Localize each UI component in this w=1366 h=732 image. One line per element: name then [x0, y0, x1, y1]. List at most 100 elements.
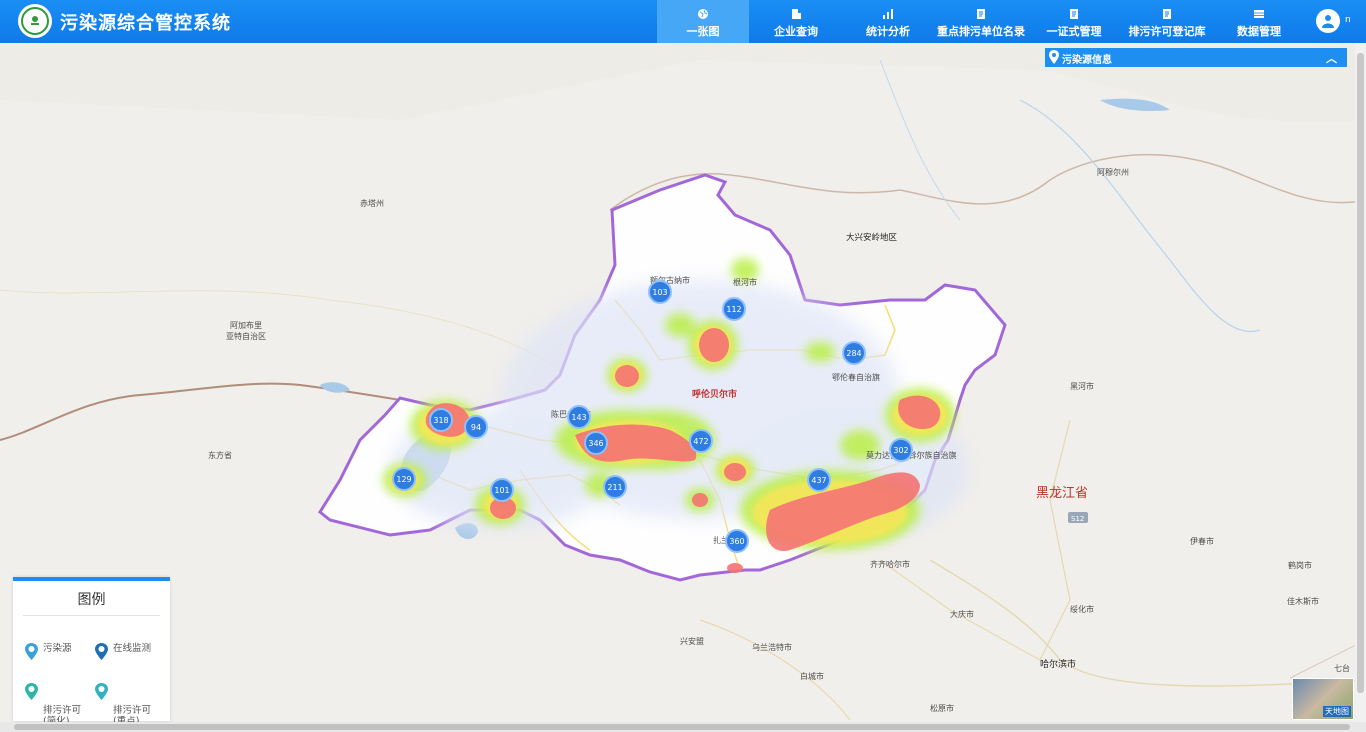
cluster-marker[interactable]: 103: [648, 280, 672, 304]
cluster-count: 360: [729, 537, 744, 546]
legend-divider: [23, 615, 160, 616]
document-icon: [1163, 9, 1171, 19]
table-icon: [1254, 10, 1264, 18]
map-label-daqing: 大庆市: [950, 609, 974, 619]
vertical-scroll-thumb[interactable]: [1357, 53, 1364, 693]
road-shield-s12: S12: [1071, 515, 1084, 523]
nav-label: 数据管理: [1237, 25, 1281, 38]
cluster-count: 101: [494, 486, 509, 495]
map-label-xinganmeng: 兴安盟: [680, 636, 704, 646]
nav-enterprise-query[interactable]: 企业查询: [750, 0, 842, 43]
map-label-alxa-1: 阿加布里: [230, 320, 262, 330]
map-label-amur: 阿穆尔州: [1097, 167, 1129, 177]
nav-label: 排污许可登记库: [1128, 25, 1206, 38]
horizontal-scroll-thumb[interactable]: [14, 724, 1350, 730]
map-label-qiqihar: 齐齐哈尔市: [870, 559, 910, 569]
info-panel-title: 污染源信息: [1062, 55, 1112, 66]
map-label-alxa-2: 亚特自治区: [226, 331, 266, 341]
nav-label: 一证式管理: [1046, 25, 1102, 38]
legend-item-permit-simplified: 排污许可 (简化): [25, 683, 81, 727]
permit-key-pin-icon: [95, 683, 108, 700]
map-canvas[interactable]: 赤塔州 阿加布里 亚特自治区 东方省 阿穆尔州 大兴安岭地区 额尔古纳市 根河市…: [0, 43, 1366, 732]
bar-chart-icon: [883, 9, 893, 19]
permit-simplified-pin-icon: [25, 683, 38, 700]
map-label-oroqen: 鄂伦春自治旗: [832, 372, 880, 382]
nav-one-map[interactable]: 一张图: [657, 0, 749, 43]
basemap-switcher[interactable]: 天地图: [1292, 678, 1354, 720]
cluster-marker[interactable]: 112: [722, 297, 746, 321]
cluster-marker[interactable]: 143: [567, 405, 591, 429]
cluster-marker[interactable]: 94: [464, 415, 488, 439]
cluster-count: 94: [471, 423, 481, 432]
legend-item-permit-key: 排污许可 (重点): [95, 683, 151, 727]
nav-label: 重点排污单位名录: [937, 25, 1025, 38]
map-pin-icon: [1049, 50, 1059, 64]
cluster-count: 211: [607, 483, 622, 492]
map-label-wulanhaote: 乌兰浩特市: [752, 642, 792, 652]
document-icon: [977, 9, 985, 19]
app-header: 污染源综合管控系统 一张图 企业查询 统计分析 重点排污单位名录 一证式管理 排…: [0, 0, 1366, 43]
legend: 图例 污染源 在线监测 排污许可 (简化) 排污许可 (重点): [13, 577, 170, 727]
cluster-marker[interactable]: 346: [584, 431, 608, 455]
cluster-count: 112: [726, 305, 741, 314]
cluster-marker[interactable]: 129: [392, 467, 416, 491]
chevron-up-icon[interactable]: ︿: [1326, 50, 1337, 66]
cluster-marker[interactable]: 437: [807, 468, 831, 492]
nav-label: 企业查询: [774, 25, 818, 38]
nav-statistics[interactable]: 统计分析: [842, 0, 934, 43]
pollution-info-panel[interactable]: 污染源信息 ︿: [1045, 48, 1347, 67]
user-avatar[interactable]: [1316, 9, 1340, 33]
cluster-marker[interactable]: 101: [490, 478, 514, 502]
pollution-source-pin-icon: [25, 643, 38, 660]
legend-item-online-monitoring: 在线监测: [95, 643, 151, 660]
map-label-daxinganling: 大兴安岭地区: [846, 232, 898, 243]
map-label-hulunbuir: 呼伦贝尔市: [692, 388, 737, 400]
nav-key-units[interactable]: 重点排污单位名录: [935, 0, 1027, 43]
nav-data-management[interactable]: 数据管理: [1213, 0, 1305, 43]
horizontal-scrollbar[interactable]: [0, 722, 1366, 732]
cluster-count: 284: [846, 349, 861, 358]
map-label-yichun: 伊春市: [1190, 536, 1214, 546]
leaf-icon: [31, 16, 39, 25]
cluster-marker[interactable]: 318: [429, 408, 453, 432]
building-icon: [792, 9, 801, 19]
map-label-songyuan: 松原市: [930, 703, 954, 713]
cluster-marker[interactable]: 284: [842, 341, 866, 365]
nav-permit-management[interactable]: 一证式管理: [1028, 0, 1120, 43]
cluster-marker[interactable]: 302: [889, 438, 913, 462]
map-label-genhe: 根河市: [733, 277, 757, 287]
basemap-label: 天地图: [1323, 706, 1351, 717]
cluster-marker[interactable]: 211: [603, 475, 627, 499]
cluster-count: 143: [571, 413, 586, 422]
logo: [18, 4, 52, 38]
map-label-harbin: 哈尔滨市: [1040, 658, 1076, 670]
map-label-suihua: 绥化市: [1070, 604, 1094, 614]
map-label-baicheng: 白城市: [800, 671, 824, 681]
legend-title: 图例: [77, 592, 106, 608]
cluster-count: 129: [396, 475, 411, 484]
globe-icon: [698, 9, 708, 19]
cluster-count: 472: [693, 437, 708, 446]
cluster-count: 103: [652, 288, 667, 297]
document-icon: [1070, 9, 1078, 19]
cluster-marker[interactable]: 360: [725, 529, 749, 553]
map-label-qitaihe: 七台: [1334, 663, 1350, 673]
cluster-count: 346: [588, 439, 603, 448]
app-title: 污染源综合管控系统: [60, 13, 231, 34]
vertical-scrollbar[interactable]: [1355, 43, 1366, 722]
map-label-jiamusi: 佳木斯市: [1287, 596, 1319, 606]
nav-label: 统计分析: [866, 25, 910, 38]
map-label-hegang: 鹤岗市: [1288, 560, 1312, 570]
nav-label: 一张图: [686, 25, 720, 38]
map-label-dongfang: 东方省: [208, 450, 232, 460]
cluster-count: 318: [433, 416, 448, 425]
cluster-count: 437: [811, 476, 826, 485]
user-name: n: [1345, 15, 1351, 25]
nav-permit-registry[interactable]: 排污许可登记库: [1121, 0, 1213, 43]
cluster-count: 302: [893, 446, 908, 455]
map-label-chitazhou: 赤塔州: [360, 198, 384, 208]
user-icon: [1322, 15, 1334, 28]
map-label-heilongjiang: 黑龙江省: [1036, 486, 1088, 501]
cluster-marker[interactable]: 472: [689, 429, 713, 453]
map-label-heihe: 黑河市: [1070, 381, 1094, 391]
